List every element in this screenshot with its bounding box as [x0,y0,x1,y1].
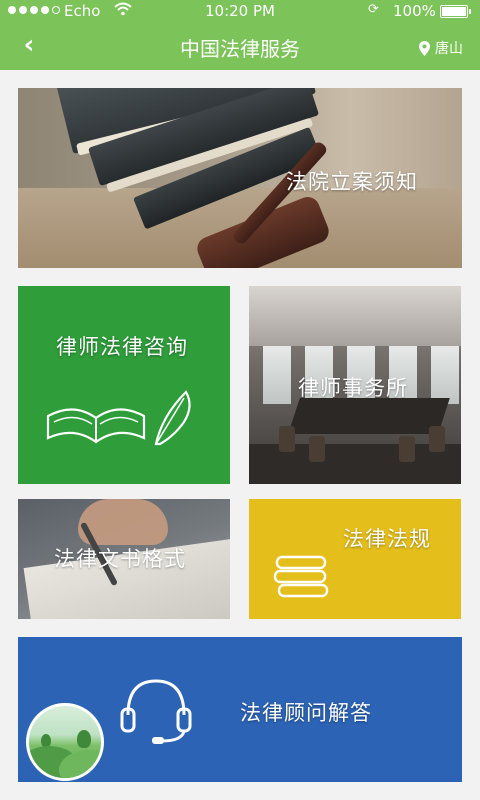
law-firm-label: 律师事务所 [298,376,408,400]
legal-advisor-card[interactable]: 法律顾问解答 [18,637,462,782]
rotation-lock-icon: ⟳ [368,2,379,17]
office-window [263,346,291,404]
legal-advisor-label: 法律顾问解答 [240,701,372,725]
court-filing-notice-label: 法院立案须知 [286,170,418,194]
nav-bar: ‹ 中国法律服务 唐山 [0,22,480,70]
headset-icon [120,679,192,744]
legal-documents-label: 法律文书格式 [54,547,186,571]
open-book-feather-icon [46,390,191,446]
laws-regulations-card[interactable]: 法律法规 [249,499,461,619]
status-bar: Echo 10:20 PM ⟳ 100% [0,0,480,22]
tree-shape [77,730,91,748]
battery-icon [440,5,471,18]
office-chair [399,436,415,462]
office-ceiling [249,286,461,346]
legal-documents-card[interactable]: 法律文书格式 [18,499,230,619]
location-pin-icon [419,40,430,56]
law-firm-card[interactable]: 律师事务所 [249,286,461,484]
office-chair [279,426,295,452]
location-label: 唐山 [435,41,463,57]
lawyer-consultation-card[interactable]: 律师法律咨询 [18,286,230,484]
stacked-books-icon [273,555,329,598]
office-chair [429,426,445,452]
conference-table [288,398,450,434]
office-window [431,346,459,404]
court-filing-notice-card[interactable]: 法院立案须知 [18,88,462,268]
laws-regulations-label: 法律法规 [343,527,431,551]
battery-percent: 100% [393,2,436,20]
office-chair [309,436,325,462]
location-selector[interactable]: 唐山 [419,38,463,58]
lawyer-consultation-label: 律师法律咨询 [56,335,188,359]
page-title: 中国法律服务 [180,37,300,61]
landscape-avatar [26,703,104,781]
